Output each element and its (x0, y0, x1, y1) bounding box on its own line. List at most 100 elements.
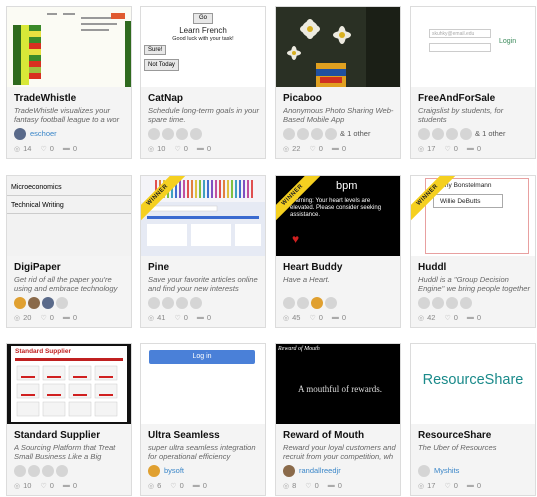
project-title[interactable]: TradeWhistle (14, 93, 76, 104)
comment-icon[interactable]: ▬ (467, 482, 474, 489)
project-thumbnail[interactable]: Reward of Mouth A mouthful of rewards. (276, 344, 400, 424)
avatar[interactable] (325, 296, 337, 309)
avatar[interactable] (148, 296, 160, 309)
project-card-freeandforsale[interactable]: skuhky@email.edu Login FreeAndForSale Cr… (410, 6, 536, 159)
project-title[interactable]: Picaboo (283, 93, 322, 104)
heart-icon[interactable]: ♡ (444, 482, 450, 490)
heart-icon[interactable]: ♡ (309, 314, 315, 322)
project-card-tradewhistle[interactable]: TradeWhistle TradeWhistle visualizes you… (6, 6, 132, 159)
project-card-pine[interactable]: WINNER Pine Save your favorite articles … (140, 175, 266, 328)
avatar[interactable] (56, 464, 68, 477)
project-thumbnail[interactable]: ResourceShare (411, 344, 535, 424)
heart-icon[interactable]: ♡ (305, 482, 311, 490)
member-link[interactable]: randallreedjr (299, 466, 341, 475)
project-card-reward-of-mouth[interactable]: Reward of Mouth A mouthful of rewards. R… (275, 343, 401, 496)
avatar[interactable] (148, 464, 160, 477)
avatar[interactable] (14, 127, 26, 140)
project-thumbnail[interactable]: bpm Warning: Your heart levels are eleva… (276, 176, 400, 256)
project-title[interactable]: Standard Supplier (14, 430, 100, 441)
comment-icon[interactable]: ▬ (332, 314, 339, 321)
other-members-link[interactable]: & 1 other (475, 129, 505, 138)
avatar[interactable] (42, 296, 54, 309)
project-title[interactable]: ResourceShare (418, 430, 491, 441)
heart-icon[interactable]: ♡ (40, 145, 46, 153)
avatar[interactable] (311, 127, 323, 140)
member-link[interactable]: bysoft (164, 466, 184, 475)
project-thumbnail[interactable] (7, 7, 131, 87)
project-title[interactable]: Huddl (418, 262, 446, 273)
project-thumbnail[interactable]: WINNER (141, 176, 265, 256)
avatar[interactable] (446, 296, 458, 309)
heart-icon[interactable]: ♡ (174, 314, 180, 322)
comment-icon[interactable]: ▬ (332, 145, 339, 152)
avatar[interactable] (28, 296, 40, 309)
avatar[interactable] (311, 296, 323, 309)
project-title[interactable]: Ultra Seamless (148, 430, 220, 441)
project-thumbnail[interactable]: Go Learn French Good luck with your task… (141, 7, 265, 87)
avatar[interactable] (297, 296, 309, 309)
project-thumbnail[interactable]: Standard Supplier (7, 344, 131, 424)
project-title[interactable]: DigiPaper (14, 262, 61, 273)
member-link[interactable]: eschoer (30, 129, 57, 138)
project-card-standard-supplier[interactable]: Standard Supplier Standard Supplier A So… (6, 343, 132, 496)
project-thumbnail[interactable]: Microeconomics Technical Writing (7, 176, 131, 256)
heart-icon[interactable]: ♡ (444, 314, 450, 322)
project-card-heart-buddy[interactable]: bpm Warning: Your heart levels are eleva… (275, 175, 401, 328)
avatar[interactable] (162, 296, 174, 309)
comment-icon[interactable]: ▬ (63, 145, 70, 152)
avatar[interactable] (432, 296, 444, 309)
project-card-huddl[interactable]: Danny Bonstelmann Willie DeButts WINNER … (410, 175, 536, 328)
avatar[interactable] (56, 296, 68, 309)
comment-icon[interactable]: ▬ (467, 314, 474, 321)
avatar[interactable] (14, 296, 26, 309)
avatar[interactable] (190, 296, 202, 309)
heart-icon[interactable]: ♡ (174, 145, 180, 153)
project-title[interactable]: FreeAndForSale (418, 93, 495, 104)
avatar[interactable] (162, 127, 174, 140)
heart-icon[interactable]: ♡ (444, 145, 450, 153)
avatar[interactable] (460, 296, 472, 309)
avatar[interactable] (325, 127, 337, 140)
other-members-link[interactable]: & 1 other (340, 129, 370, 138)
project-card-picaboo[interactable]: Picaboo Anonymous Photo Sharing Web-Base… (275, 6, 401, 159)
avatar[interactable] (14, 464, 26, 477)
avatar[interactable] (28, 464, 40, 477)
member-link[interactable]: Myshits (434, 466, 459, 475)
project-title[interactable]: CatNap (148, 93, 183, 104)
comment-icon[interactable]: ▬ (467, 145, 474, 152)
avatar[interactable] (418, 296, 430, 309)
heart-icon[interactable]: ♡ (170, 482, 176, 490)
avatar[interactable] (297, 127, 309, 140)
heart-icon[interactable]: ♡ (309, 145, 315, 153)
comment-icon[interactable]: ▬ (197, 314, 204, 321)
avatar[interactable] (460, 127, 472, 140)
comment-icon[interactable]: ▬ (193, 482, 200, 489)
avatar[interactable] (176, 127, 188, 140)
project-title[interactable]: Reward of Mouth (283, 430, 364, 441)
comment-icon[interactable]: ▬ (63, 482, 70, 489)
project-thumbnail[interactable]: skuhky@email.edu Login (411, 7, 535, 87)
project-card-digipaper[interactable]: Microeconomics Technical Writing DigiPap… (6, 175, 132, 328)
avatar[interactable] (418, 127, 430, 140)
avatar[interactable] (148, 127, 160, 140)
comment-icon[interactable]: ▬ (328, 482, 335, 489)
heart-icon[interactable]: ♡ (40, 314, 46, 322)
avatar[interactable] (283, 464, 295, 477)
comment-icon[interactable]: ▬ (63, 314, 70, 321)
avatar[interactable] (190, 127, 202, 140)
avatar[interactable] (432, 127, 444, 140)
avatar[interactable] (283, 296, 295, 309)
project-title[interactable]: Heart Buddy (283, 262, 342, 273)
project-thumbnail[interactable]: Danny Bonstelmann Willie DeButts WINNER (411, 176, 535, 256)
avatar[interactable] (42, 464, 54, 477)
heart-icon[interactable]: ♡ (40, 482, 46, 490)
project-thumbnail[interactable] (276, 7, 400, 87)
comment-icon[interactable]: ▬ (197, 145, 204, 152)
avatar[interactable] (418, 464, 430, 477)
avatar[interactable] (446, 127, 458, 140)
project-thumbnail[interactable]: Log in (141, 344, 265, 424)
project-card-ultra-seamless[interactable]: Log in Ultra Seamless super ultra seamle… (140, 343, 266, 496)
project-title[interactable]: Pine (148, 262, 169, 273)
avatar[interactable] (283, 127, 295, 140)
avatar[interactable] (176, 296, 188, 309)
